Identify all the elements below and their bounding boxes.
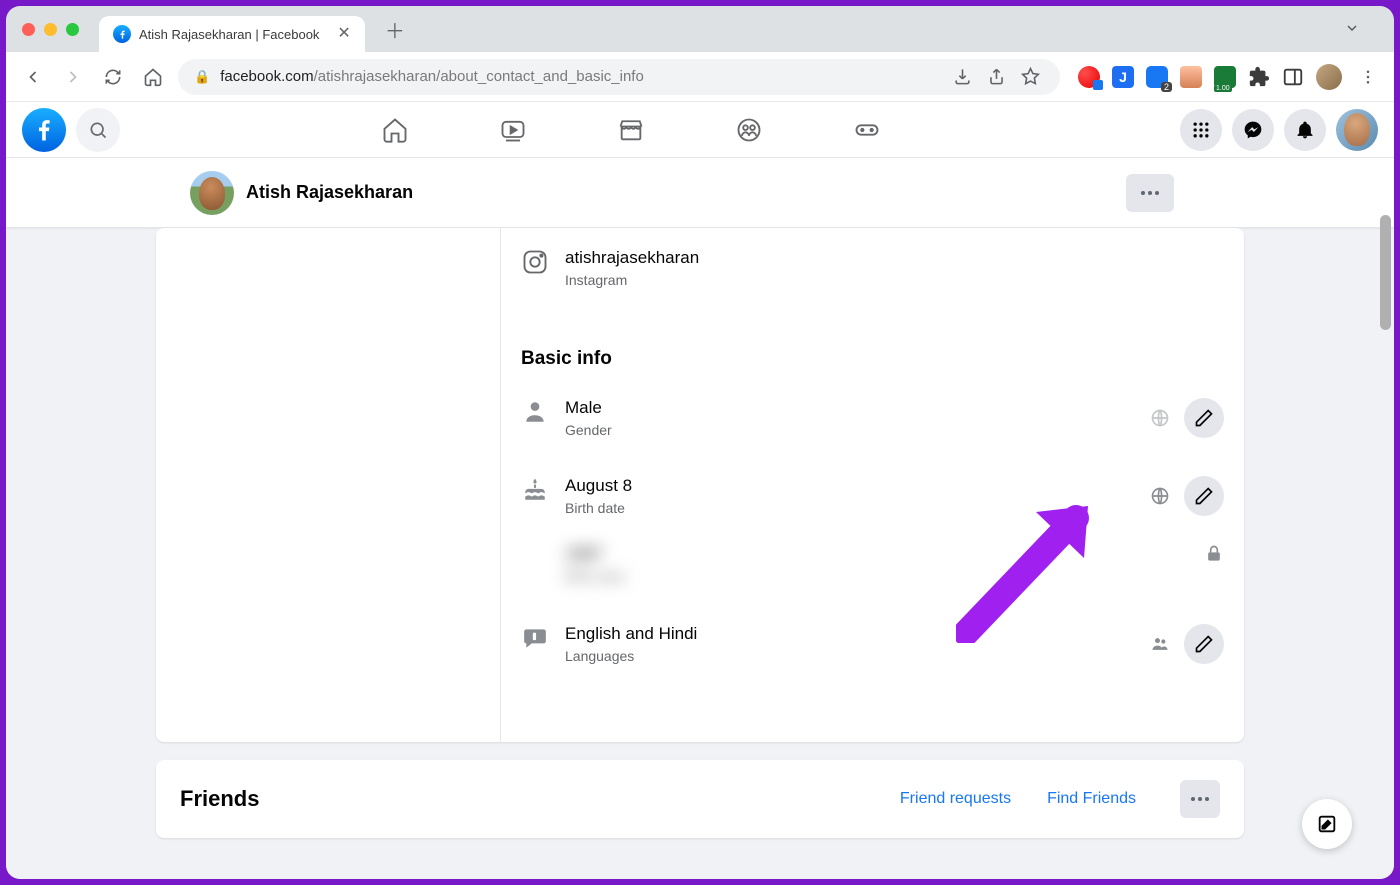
facebook-search-button[interactable] [76,108,120,152]
minimize-window-button[interactable] [44,23,57,36]
birthdate-row: August 8 Birth date [521,468,1224,524]
messenger-button[interactable] [1232,109,1274,151]
facebook-header [6,102,1394,158]
nav-groups[interactable] [694,104,804,156]
chat-icon [521,624,549,652]
cake-icon [521,476,549,504]
browser-tab[interactable]: Atish Rajasekharan | Facebook ✕ [99,16,365,52]
side-panel-button[interactable] [1282,66,1304,88]
languages-value: English and Hindi [565,624,697,644]
maximize-window-button[interactable] [66,23,79,36]
extension-3[interactable] [1146,66,1168,88]
friends-heading: Friends [180,786,259,812]
share-icon[interactable] [982,63,1010,91]
privacy-lock-icon[interactable] [1204,544,1224,564]
profile-avatar[interactable] [190,171,234,215]
close-tab-button[interactable]: ✕ [337,26,350,42]
friends-more-button[interactable] [1180,780,1220,818]
friend-requests-link[interactable]: Friend requests [900,790,1011,808]
hidden-label: Birth year [565,568,625,584]
nav-marketplace[interactable] [576,104,686,156]
privacy-public-icon[interactable] [1150,408,1170,428]
browser-menu-button[interactable] [1354,68,1382,86]
edit-fab-button[interactable] [1302,799,1352,849]
install-icon[interactable] [948,63,976,91]
hidden-row: 1997 Birth year [521,536,1224,592]
mac-tab-bar: Atish Rajasekharan | Facebook ✕ ＋ [6,6,1394,52]
about-content: atishrajasekharan Instagram Basic info M… [501,228,1244,742]
gender-value: Male [565,398,612,418]
birthdate-value: August 8 [565,476,632,496]
privacy-friends-icon[interactable] [1150,634,1170,654]
profile-more-button[interactable] [1126,174,1174,212]
extension-5[interactable] [1214,66,1236,88]
account-button[interactable] [1336,109,1378,151]
hidden-value: 1997 [565,544,625,564]
profile-name: Atish Rajasekharan [246,182,413,203]
instagram-row: atishrajasekharan Instagram [521,242,1224,316]
instagram-label: Instagram [565,272,699,288]
menu-grid-button[interactable] [1180,109,1222,151]
home-button[interactable] [138,62,168,92]
tab-title: Atish Rajasekharan | Facebook [139,27,319,42]
facebook-nav [340,104,922,156]
friends-card: Friends Friend requests Find Friends [156,760,1244,838]
tabs-menu-button[interactable] [1344,20,1360,39]
privacy-public-icon[interactable] [1150,486,1170,506]
instagram-icon [521,248,549,276]
extensions-button[interactable] [1248,66,1270,88]
edit-birthdate-button[interactable] [1184,476,1224,516]
lock-icon: 🔒 [194,69,210,85]
new-tab-button[interactable]: ＋ [385,15,405,44]
about-card: atishrajasekharan Instagram Basic info M… [156,228,1244,742]
blank-icon [521,544,549,572]
extension-icons: J [1078,64,1382,90]
facebook-favicon [113,25,131,43]
extension-1[interactable] [1078,66,1100,88]
find-friends-link[interactable]: Find Friends [1047,790,1136,808]
instagram-handle[interactable]: atishrajasekharan [565,248,699,268]
gender-label: Gender [565,422,612,438]
edit-gender-button[interactable] [1184,398,1224,438]
basic-info-heading: Basic info [521,348,1224,370]
forward-button[interactable] [58,62,88,92]
languages-row: English and Hindi Languages [521,616,1224,672]
url-text: facebook.com/atishrajasekharan/about_con… [220,68,644,85]
notifications-button[interactable] [1284,109,1326,151]
bookmark-star-icon[interactable] [1016,63,1044,91]
window-controls [22,23,79,36]
languages-label: Languages [565,648,697,664]
edit-languages-button[interactable] [1184,624,1224,664]
scrollbar-thumb[interactable] [1380,215,1391,330]
extension-4[interactable] [1180,66,1202,88]
profile-subheader: Atish Rajasekharan [6,158,1394,228]
nav-home[interactable] [340,104,450,156]
browser-address-bar: 🔒 facebook.com/atishrajasekharan/about_c… [6,52,1394,102]
reload-button[interactable] [98,62,128,92]
nav-watch[interactable] [458,104,568,156]
facebook-logo[interactable] [22,108,66,152]
extension-2[interactable]: J [1112,66,1134,88]
gender-row: Male Gender [521,390,1224,446]
close-window-button[interactable] [22,23,35,36]
nav-gaming[interactable] [812,104,922,156]
person-icon [521,398,549,426]
birthdate-label: Birth date [565,500,632,516]
back-button[interactable] [18,62,48,92]
about-sidebar [156,228,501,742]
url-field[interactable]: 🔒 facebook.com/atishrajasekharan/about_c… [178,59,1060,95]
browser-profile-button[interactable] [1316,64,1342,90]
